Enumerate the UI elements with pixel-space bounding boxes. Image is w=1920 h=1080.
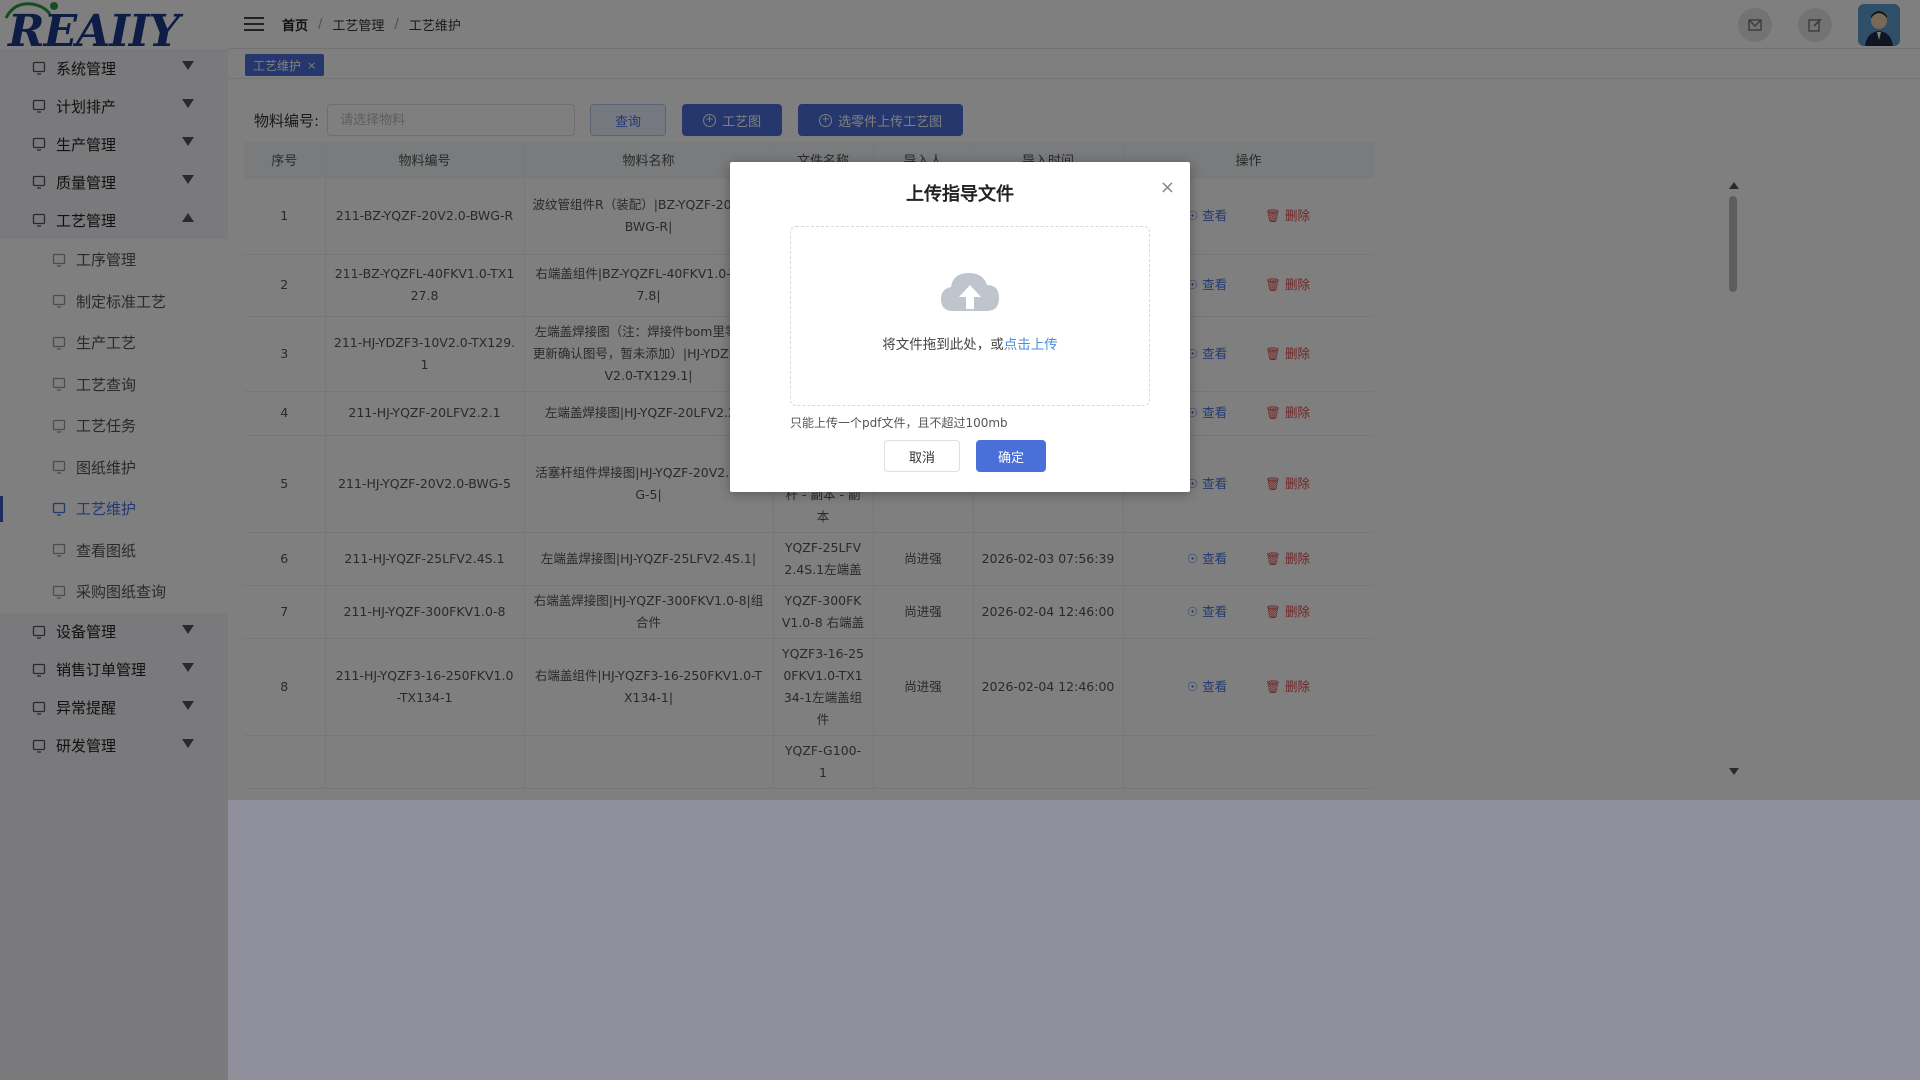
- lower-background: [228, 800, 1920, 1080]
- click-upload-link[interactable]: 点击上传: [1004, 337, 1058, 353]
- upload-dialog: 上传指导文件 × 将文件拖到此处，或点击上传 只能上传一个pdf文件，且不超过1…: [730, 162, 1190, 492]
- drop-instruction: 将文件拖到此处，或: [882, 337, 1004, 353]
- close-icon[interactable]: ×: [1160, 179, 1175, 197]
- confirm-button[interactable]: 确定: [976, 440, 1046, 472]
- cloud-upload-icon: [941, 273, 999, 311]
- upload-dropzone[interactable]: 将文件拖到此处，或点击上传: [790, 226, 1150, 406]
- drop-text: 将文件拖到此处，或点击上传: [791, 333, 1149, 353]
- dialog-title: 上传指导文件: [906, 184, 1014, 205]
- cancel-button[interactable]: 取消: [884, 440, 960, 472]
- upload-tip: 只能上传一个pdf文件，且不超过100mb: [790, 416, 1008, 430]
